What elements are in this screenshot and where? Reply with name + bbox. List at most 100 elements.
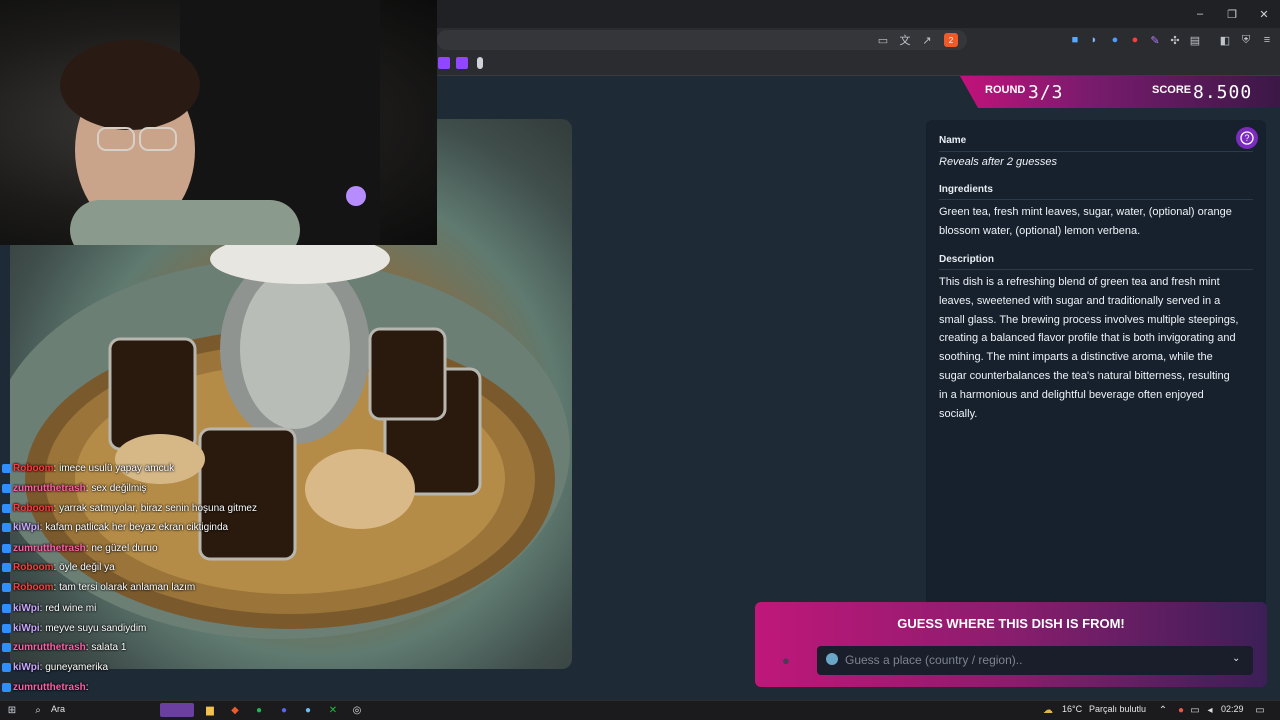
shield-icon[interactable]: ⛨	[1239, 33, 1253, 47]
bookmark-twitch-icon[interactable]	[456, 57, 468, 69]
chat-badge-icon	[2, 642, 11, 652]
chat-username[interactable]: kiWpi	[13, 623, 40, 634]
notification-icon[interactable]: ▭	[1253, 703, 1267, 717]
chat-message: : öyle değil ya	[53, 561, 115, 573]
chat-message: : guneyamerika	[39, 661, 109, 673]
taskbar-search-label[interactable]: Ara	[51, 704, 65, 714]
chat-username[interactable]: Roboom	[13, 463, 54, 474]
chat-username[interactable]: Roboom	[13, 503, 54, 514]
description-line: This dish is a refreshing blend of green…	[939, 276, 1220, 288]
chat-message: : tam tersi olarak anlaman lazım	[53, 581, 196, 593]
window-controls: – ❐ ✕	[1184, 0, 1280, 28]
ublock-icon[interactable]: ●	[1128, 33, 1142, 47]
chat-badge-icon	[2, 682, 11, 692]
name-label: Name	[939, 135, 967, 146]
score-value: 8.500	[1193, 82, 1253, 103]
maximize-button[interactable]: ❐	[1216, 0, 1248, 28]
chat-username[interactable]: zumrutthetrash	[13, 682, 86, 693]
minimize-button[interactable]: –	[1184, 0, 1216, 28]
divider	[939, 151, 1253, 152]
translate-icon[interactable]: 文	[898, 33, 912, 47]
bookmark-twitch-icon[interactable]	[438, 57, 450, 69]
guess-title: GUESS WHERE THIS DISH IS FROM!	[897, 616, 1125, 631]
chat-username[interactable]: Roboom	[13, 562, 54, 573]
chat-message: :	[85, 681, 89, 693]
chevron-up-icon[interactable]: ⌃	[1156, 703, 1170, 717]
obs-icon[interactable]: ◎	[350, 703, 364, 717]
chevron-down-icon[interactable]: ⌄	[1232, 653, 1240, 664]
chat-badge-icon	[2, 543, 11, 553]
chat-badge-icon	[2, 623, 11, 633]
divider	[939, 199, 1253, 200]
share-icon[interactable]: ↗	[920, 33, 934, 47]
chat-line: kiWpi: red wine mi	[2, 599, 96, 617]
file-explorer-icon[interactable]: ▆	[203, 703, 217, 717]
spotify-icon[interactable]: ●	[252, 703, 266, 717]
extensions-puzzle-icon[interactable]: ✣	[1168, 33, 1182, 47]
chat-badge-icon	[2, 463, 11, 473]
chat-username[interactable]: zumrutthetrash	[13, 543, 86, 554]
chat-username[interactable]: kiWpi	[13, 522, 40, 533]
weather-temp: 16°C	[1062, 704, 1083, 714]
chat-username[interactable]: zumrutthetrash	[13, 642, 86, 653]
cast-icon[interactable]: ▭	[876, 33, 890, 47]
chat-username[interactable]: Roboom	[13, 582, 54, 593]
discord-icon[interactable]: ●	[277, 703, 291, 717]
ingredients-line: Green tea, fresh mint leaves, sugar, wat…	[939, 206, 1232, 218]
extension-icon[interactable]: ◗	[1087, 33, 1101, 47]
sidebar-icon[interactable]: ▤	[1188, 33, 1202, 47]
xbox-icon[interactable]: ✕	[326, 703, 340, 717]
chat-badge-icon	[2, 582, 11, 592]
extension-icon[interactable]: ●	[1108, 33, 1122, 47]
search-highlight-icon[interactable]	[160, 703, 194, 717]
hint-icon[interactable]: ●	[782, 653, 798, 668]
round-label: ROUND	[985, 84, 1026, 96]
split-view-icon[interactable]: ◧	[1218, 33, 1232, 47]
chat-line: kiWpi: kafam patlicak her beyaz ekran ci…	[2, 518, 228, 536]
description-label: Description	[939, 254, 995, 265]
steam-icon[interactable]: ●	[301, 703, 315, 717]
clock: 02:29	[1221, 704, 1244, 714]
weather-icon: ☁	[1043, 704, 1053, 716]
brave-icon[interactable]: ◆	[228, 703, 242, 717]
search-icon[interactable]: ⌕	[31, 703, 45, 717]
brave-shields-icon[interactable]: 2	[944, 33, 958, 47]
tray-icon[interactable]: ●	[1174, 703, 1188, 717]
description-line: creating a balanced flavor profile that …	[939, 332, 1236, 345]
chat-line: Roboom: öyle değil ya	[2, 558, 115, 576]
close-window-button[interactable]: ✕	[1248, 0, 1280, 28]
chat-line: kiWpi: guneyamerika	[2, 658, 108, 676]
chat-line: Roboom: tam tersi olarak anlaman lazım	[2, 578, 195, 596]
menu-icon[interactable]: ≡	[1260, 33, 1274, 47]
chat-username[interactable]: zumrutthetrash	[13, 483, 86, 494]
description-line: soothing. The mint imparts a distinctive…	[939, 351, 1213, 364]
chat-badge-icon	[2, 522, 11, 532]
chat-username[interactable]: kiWpi	[13, 603, 40, 614]
extension-badge: 2	[948, 35, 954, 45]
volume-icon[interactable]: ◂	[1203, 703, 1217, 717]
chat-username[interactable]: kiWpi	[13, 662, 40, 673]
guess-placeholder: Guess a place (country / region)..	[845, 653, 1023, 667]
bookmark-icon[interactable]	[477, 57, 483, 69]
chat-line: zumrutthetrash:	[2, 678, 89, 696]
chat-message: : sex değilmiş	[85, 482, 147, 494]
chat-message: : yarrak satmıyolar, biraz senin hoşuna …	[53, 502, 257, 514]
description-line: sugar counterbalances the tea's natural …	[939, 369, 1230, 382]
ingredients-text: Green tea, fresh mint leaves, sugar, wat…	[939, 203, 1257, 241]
help-button[interactable]: ?	[1236, 127, 1258, 149]
chat-line: zumrutthetrash: sex değilmiş	[2, 479, 146, 497]
score-label: SCORE	[1152, 84, 1192, 96]
chat-badge-icon	[2, 662, 11, 672]
chat-badge-icon	[2, 483, 11, 493]
chat-message: : red wine mi	[39, 602, 97, 614]
description-line: socially.	[939, 407, 978, 420]
round-value: 3/3	[1028, 82, 1064, 103]
extension-icon[interactable]: ✎	[1148, 33, 1162, 47]
chat-line: zumrutthetrash: salata 1	[2, 638, 126, 656]
network-icon[interactable]: ▭	[1188, 703, 1202, 717]
divider	[939, 269, 1253, 270]
weather-desc: Parçalı bulutlu	[1089, 704, 1147, 714]
description-line: small glass. The brewing process involve…	[939, 313, 1239, 326]
windows-start-icon[interactable]: ⊞	[5, 703, 19, 717]
extension-icon[interactable]: ■	[1068, 33, 1082, 47]
